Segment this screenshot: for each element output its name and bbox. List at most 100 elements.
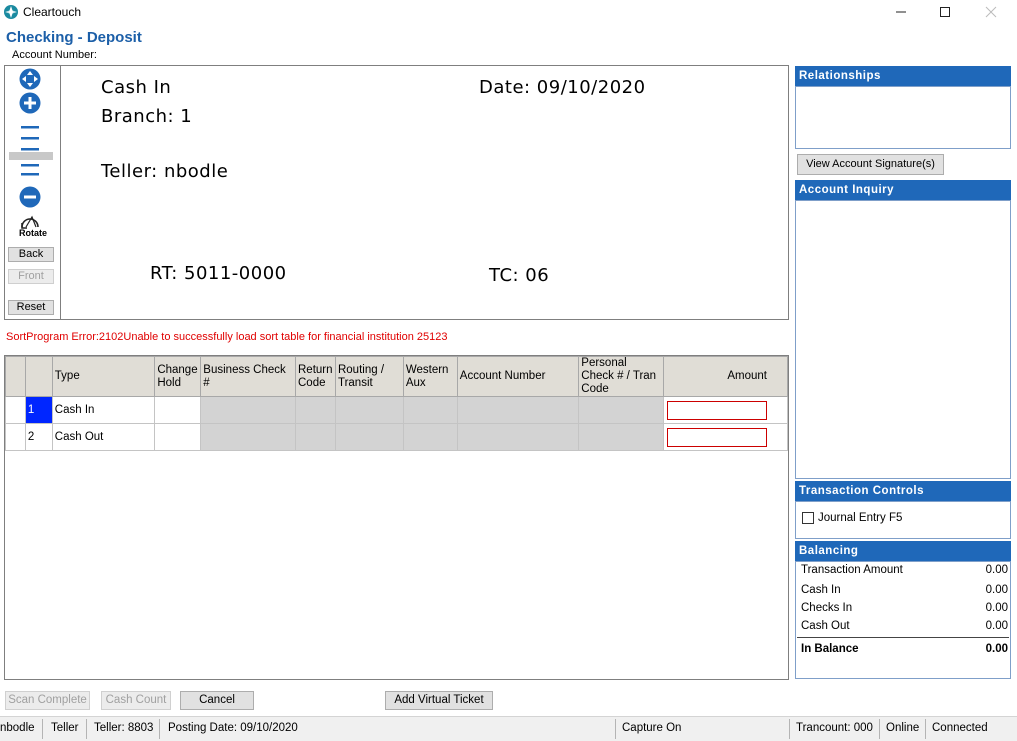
status-posting-date: Posting Date: 09/10/2020 <box>168 722 298 734</box>
grid-header-account-number[interactable]: Account Number <box>456 356 580 397</box>
transaction-amount-value: 0.00 <box>985 564 1008 576</box>
in-balance-value: 0.00 <box>985 643 1008 655</box>
cash-out-label: Cash Out <box>801 620 850 632</box>
checks-in-label: Checks In <box>801 602 853 614</box>
add-virtual-ticket-button[interactable]: Add Virtual Ticket <box>385 691 493 710</box>
status-teller-number: Teller: 8803 <box>94 722 154 734</box>
reset-button[interactable]: Reset <box>8 300 54 315</box>
balancing-header: Balancing <box>795 541 1011 561</box>
status-separator <box>615 719 616 739</box>
status-separator <box>925 719 926 739</box>
error-message: SortProgram Error:2102Unable to successf… <box>6 331 448 343</box>
journal-entry-checkbox[interactable] <box>802 512 814 524</box>
relationships-panel: Relationships <box>795 66 1011 149</box>
zoom-out-icon[interactable] <box>18 185 42 209</box>
table-row[interactable]: 2 Cash Out <box>5 423 788 451</box>
cash-out-value: 0.00 <box>985 620 1008 632</box>
pan-icon[interactable] <box>18 67 42 91</box>
status-user: nbodle <box>0 722 35 734</box>
check-image-viewer: Rotate Back Front Reset Cash In Date: 09… <box>4 65 789 320</box>
grid-header-amount[interactable]: Amount <box>663 356 788 397</box>
amount-input[interactable] <box>667 400 768 420</box>
zoom-slider-ticks-icon[interactable] <box>18 124 42 154</box>
row-account-number <box>456 423 580 451</box>
grid-header-return-code[interactable]: Return Code <box>295 356 336 397</box>
status-separator <box>86 719 87 739</box>
row-western-aux <box>402 396 458 424</box>
status-capture: Capture On <box>622 722 682 734</box>
grid-header-change-hold[interactable]: Change Hold <box>154 356 202 397</box>
maximize-button[interactable] <box>922 0 968 24</box>
account-inquiry-panel: Account Inquiry <box>795 180 1011 479</box>
amount-input[interactable] <box>667 427 768 447</box>
account-inquiry-header: Account Inquiry <box>795 180 1011 200</box>
minimize-button[interactable] <box>878 0 924 24</box>
close-button[interactable] <box>968 0 1014 24</box>
row-selector[interactable] <box>5 423 26 451</box>
front-button[interactable]: Front <box>8 269 54 284</box>
status-connected: Connected <box>932 722 988 734</box>
cash-count-button[interactable]: Cash Count <box>101 691 171 710</box>
row-number: 1 <box>24 396 53 424</box>
view-account-signature-button[interactable]: View Account Signature(s) <box>797 154 944 175</box>
grid-header-western-aux[interactable]: Western Aux <box>402 356 458 397</box>
row-account-number <box>456 396 580 424</box>
transaction-controls-body: Journal Entry F5 <box>795 501 1011 539</box>
minimize-icon <box>896 11 906 13</box>
status-separator <box>789 719 790 739</box>
row-amount-cell <box>663 396 788 424</box>
account-number-label: Account Number: <box>12 49 97 61</box>
status-separator <box>159 719 160 739</box>
maximize-icon <box>940 7 950 17</box>
row-amount-cell <box>663 423 788 451</box>
status-role: Teller <box>51 722 79 734</box>
row-personal-check <box>578 423 665 451</box>
table-row[interactable]: 1 Cash In <box>5 396 788 424</box>
grid-header-select <box>5 356 26 397</box>
grid-header-type[interactable]: Type <box>51 356 156 397</box>
zoom-slider-ticks-lower-icon[interactable] <box>18 162 42 178</box>
rotate-icon[interactable] <box>18 211 42 229</box>
back-button[interactable]: Back <box>8 247 54 262</box>
row-type[interactable]: Cash In <box>51 396 156 424</box>
relationships-header: Relationships <box>795 66 1011 86</box>
app-title: Cleartouch <box>23 5 82 19</box>
row-selector[interactable] <box>5 396 26 424</box>
check-date: Date: 09/10/2020 <box>479 77 646 98</box>
cash-in-label: Cash In <box>801 584 841 596</box>
checks-in-value: 0.00 <box>985 602 1008 614</box>
transaction-amount-label: Transaction Amount <box>801 564 903 576</box>
row-number: 2 <box>24 423 53 451</box>
row-return-code <box>295 423 336 451</box>
row-type[interactable]: Cash Out <box>51 423 156 451</box>
status-bar: nbodle Teller Teller: 8803 Posting Date:… <box>0 716 1017 741</box>
transaction-controls-panel: Transaction Controls Journal Entry F5 <box>795 481 1011 539</box>
window-titlebar: Cleartouch <box>0 0 1017 24</box>
image-toolbar: Rotate Back Front Reset <box>5 66 61 319</box>
in-balance-row: In Balance 0.00 <box>801 643 1008 655</box>
status-separator <box>42 719 43 739</box>
check-rt: RT: 5011-0000 <box>150 263 287 284</box>
grid-header-row-number <box>24 356 53 397</box>
status-online: Online <box>886 722 920 734</box>
rotate-label: Rotate <box>18 228 47 238</box>
zoom-in-icon[interactable] <box>18 91 42 115</box>
journal-entry-option[interactable]: Journal Entry F5 <box>802 512 902 524</box>
row-change-hold[interactable] <box>154 423 202 451</box>
grid-header-routing-transit[interactable]: Routing / Transit <box>334 356 404 397</box>
transaction-controls-header: Transaction Controls <box>795 481 1011 501</box>
transaction-grid: Type Change Hold Business Check # Return… <box>4 355 789 680</box>
scan-complete-button[interactable]: Scan Complete <box>5 691 90 710</box>
row-routing-transit <box>334 396 404 424</box>
grid-header-personal-check[interactable]: Personal Check # / Tran Code <box>578 356 665 397</box>
zoom-slider-thumb[interactable] <box>9 152 53 160</box>
cancel-button[interactable]: Cancel <box>180 691 254 710</box>
row-change-hold[interactable] <box>154 396 202 424</box>
row-business-check <box>200 423 296 451</box>
check-branch: Branch: 1 <box>101 106 193 127</box>
grid-header-business-check[interactable]: Business Check # <box>200 356 296 397</box>
check-line-cash-in: Cash In <box>101 77 172 98</box>
row-western-aux <box>402 423 458 451</box>
cleartouch-logo-icon <box>4 5 18 19</box>
row-personal-check <box>578 396 665 424</box>
